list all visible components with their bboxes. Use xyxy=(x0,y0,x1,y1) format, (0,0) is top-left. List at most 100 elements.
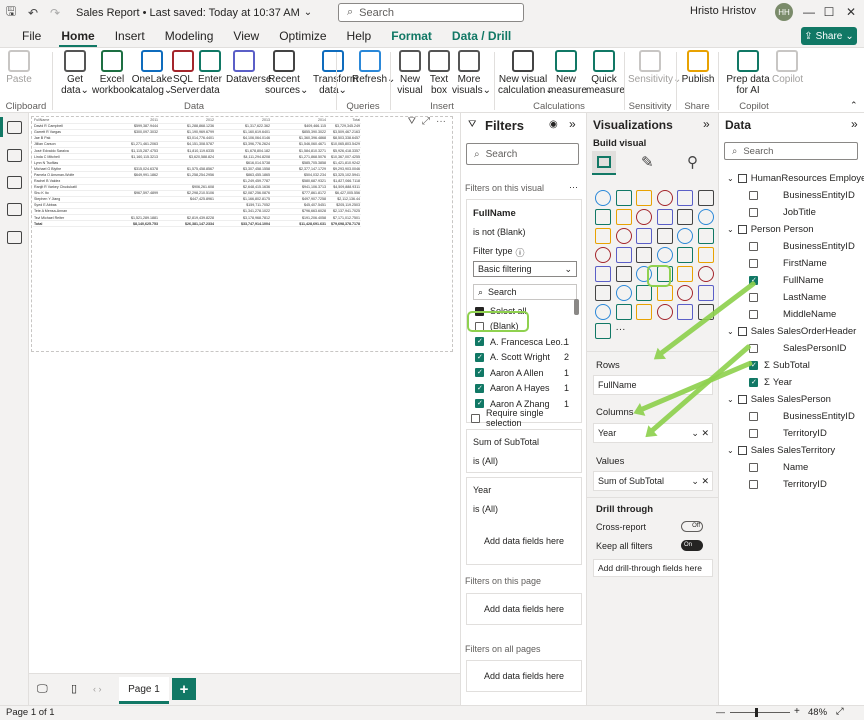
analytics-tab-icon[interactable]: ⚲ xyxy=(687,153,698,171)
model-view-icon[interactable] xyxy=(7,176,22,189)
menu-tab-help[interactable]: Help xyxy=(337,29,382,47)
all-pages-filter-drop-zone[interactable]: Add data fields here xyxy=(466,660,582,692)
desktop-layout-icon[interactable]: 🖵 xyxy=(37,683,48,696)
field-checkbox[interactable] xyxy=(749,293,758,302)
visual-type-icon[interactable] xyxy=(595,247,611,263)
subtotal-filter-card[interactable]: Sum of SubTotal is (All) xyxy=(466,429,582,473)
field-item[interactable]: BusinessEntityID xyxy=(749,411,855,422)
page-tab-page-1[interactable]: Page 1 xyxy=(119,677,169,704)
visual-type-icon[interactable] xyxy=(615,209,632,225)
field-item[interactable]: BusinessEntityID xyxy=(749,241,855,252)
field-checkbox[interactable] xyxy=(749,463,758,472)
filter-values-search[interactable]: ⌕ Search xyxy=(473,284,577,300)
transform-data-button[interactable]: Transform data⌄ xyxy=(313,50,358,96)
visual-type-icon[interactable] xyxy=(595,228,611,244)
mobile-layout-icon[interactable]: ▯ xyxy=(71,682,77,695)
menu-tab-insert[interactable]: Insert xyxy=(105,29,155,47)
visual-type-icon[interactable] xyxy=(615,190,632,206)
text-box-button[interactable]: Text box xyxy=(424,50,454,96)
undo-icon[interactable]: ↶ xyxy=(22,6,44,20)
cross-report-toggle[interactable]: Off xyxy=(681,521,703,532)
visual-type-icon[interactable] xyxy=(636,190,652,206)
menu-tab-optimize[interactable]: Optimize xyxy=(269,29,336,47)
close-icon[interactable]: ✕ xyxy=(840,2,862,22)
paste-button[interactable]: Paste xyxy=(6,50,32,85)
visual-type-icon[interactable] xyxy=(636,209,652,225)
values-well-field[interactable]: Sum of SubTotal ⌄ ✕ xyxy=(593,471,713,491)
filter-value-item[interactable]: Aaron A Zhang1 xyxy=(475,399,569,409)
field-checkbox[interactable] xyxy=(749,208,758,217)
keep-filters-toggle[interactable]: On xyxy=(681,540,703,551)
excel-workbook-button[interactable]: Excel workbook xyxy=(92,50,135,96)
menu-tab-modeling[interactable]: Modeling xyxy=(155,29,224,47)
collapse-icon[interactable]: » xyxy=(851,117,858,131)
field-item[interactable]: SalesPersonID xyxy=(749,343,846,354)
prep-data-for-ai-button[interactable]: Prep data for AI xyxy=(722,50,774,96)
add-page-button[interactable]: + xyxy=(172,678,196,700)
visual-type-icon[interactable] xyxy=(615,247,632,263)
collapse-ribbon-icon[interactable]: ⌃ xyxy=(850,100,858,111)
redo-icon[interactable]: ↷ xyxy=(44,6,66,20)
visual-type-icon[interactable] xyxy=(677,228,693,244)
field-item[interactable]: LastName xyxy=(749,292,826,303)
visual-type-icon[interactable] xyxy=(697,285,714,301)
visual-type-icon[interactable] xyxy=(656,190,673,206)
global-search-input[interactable]: ⌕ Search xyxy=(338,3,524,22)
visual-type-icon[interactable] xyxy=(677,209,693,225)
visual-type-icon[interactable] xyxy=(656,304,673,320)
visual-type-icon[interactable] xyxy=(636,228,652,244)
field-checkbox[interactable] xyxy=(749,242,758,251)
field-checkbox[interactable] xyxy=(749,191,758,200)
field-item[interactable]: FirstName xyxy=(749,258,827,269)
field-item[interactable]: TerritoryID xyxy=(749,428,827,439)
remove-field-icon[interactable]: ⌄ ✕ xyxy=(691,428,709,439)
more-visuals-button[interactable]: More visuals⌄ xyxy=(452,50,491,96)
filter-icon[interactable]: ⛛ xyxy=(408,116,416,127)
visual-type-icon[interactable] xyxy=(656,228,673,244)
field-checkbox[interactable] xyxy=(749,412,758,421)
filter-value-item[interactable]: Aaron A Hayes1 xyxy=(475,383,569,393)
refresh-button[interactable]: Refresh⌄ xyxy=(352,50,395,85)
recent-sources-button[interactable]: Recent sources⌄ xyxy=(265,50,308,96)
minimize-icon[interactable]: — xyxy=(798,2,820,22)
avatar[interactable]: HH xyxy=(775,3,793,21)
filter-search-input[interactable]: ⌕ Search xyxy=(466,143,579,165)
data-search-input[interactable]: ⌕ Search xyxy=(724,142,858,160)
visual-type-icon[interactable] xyxy=(697,266,714,282)
list-scrollbar[interactable] xyxy=(574,299,579,315)
visual-type-icon[interactable] xyxy=(697,190,714,206)
field-checkbox[interactable] xyxy=(749,259,758,268)
visual-type-icon[interactable] xyxy=(595,209,611,225)
visual-type-icon[interactable]: ··· xyxy=(616,323,632,339)
add-fields-drop-zone[interactable]: Add data fields here xyxy=(467,536,581,546)
publish-button[interactable]: Publish xyxy=(680,50,716,85)
sql-server-button[interactable]: SQL Server xyxy=(170,50,199,96)
visual-type-icon[interactable] xyxy=(697,209,714,225)
menu-tab-view[interactable]: View xyxy=(223,29,269,47)
visual-type-icon[interactable] xyxy=(615,266,632,282)
matrix-visual[interactable]: FullName 2011 2012 2013 2014 Total David R Cam… xyxy=(31,116,453,352)
menu-tab-file[interactable]: File xyxy=(12,29,51,47)
save-icon[interactable]: 🖫 xyxy=(0,2,22,23)
visual-type-icon[interactable] xyxy=(636,285,652,301)
field-item[interactable]: BusinessEntityID xyxy=(749,190,855,201)
table-view-icon[interactable] xyxy=(7,149,22,162)
visual-type-icon[interactable] xyxy=(615,285,632,301)
maximize-icon[interactable]: ☐ xyxy=(818,2,840,22)
visual-type-icon[interactable] xyxy=(677,190,693,206)
onelake-catalog-button[interactable]: OneLake catalog⌄ xyxy=(131,50,173,96)
menu-tab-home[interactable]: Home xyxy=(51,29,104,47)
filter-value-item[interactable]: A. Scott Wright2 xyxy=(475,352,569,362)
visual-type-icon[interactable] xyxy=(656,209,673,225)
fit-to-page-icon[interactable]: ⤢ xyxy=(836,706,844,717)
visual-type-icon[interactable] xyxy=(595,285,611,301)
get-data-button[interactable]: Get data⌄ xyxy=(58,50,92,96)
copilot-button[interactable]: Copilot xyxy=(772,50,803,85)
visual-type-icon[interactable] xyxy=(595,266,611,282)
visual-type-icon[interactable] xyxy=(677,304,693,320)
remove-field-icon[interactable]: ⌄ ✕ xyxy=(691,476,709,487)
dataverse-button[interactable]: Dataverse xyxy=(226,50,272,85)
visual-type-icon[interactable] xyxy=(656,285,673,301)
new-visual-button[interactable]: New visual xyxy=(395,50,425,96)
drill-through-drop-zone[interactable]: Add drill-through fields here xyxy=(593,559,713,577)
